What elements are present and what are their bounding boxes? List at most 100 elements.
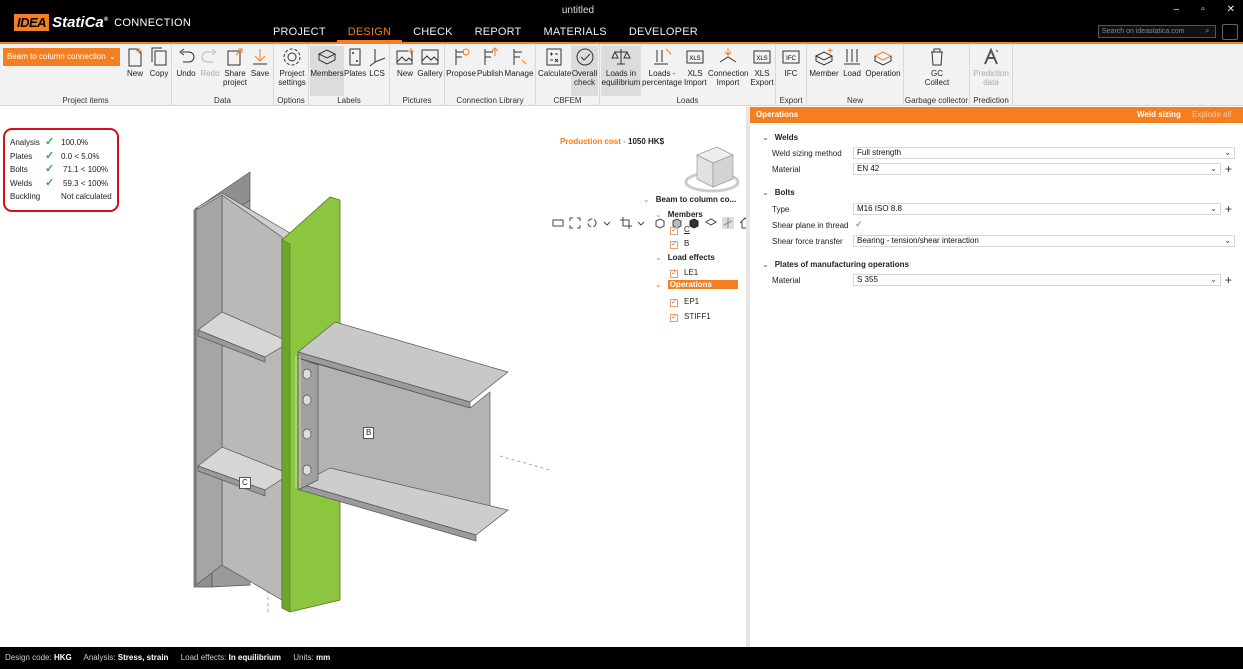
column-front-edge[interactable]	[195, 194, 223, 586]
loads-in-equilibrium-toggle[interactable]: Loads in equilibrium	[601, 46, 641, 96]
checkbox-icon[interactable]: ✓	[670, 314, 678, 322]
tree-load-effects[interactable]: ⌄ Load effects	[655, 253, 715, 262]
explode-all-button[interactable]: Explode all	[1192, 107, 1231, 123]
manage-icon	[513, 49, 527, 65]
bolt-type-select[interactable]: M16 ISO 8.8 ⌄	[853, 203, 1221, 215]
members-label-toggle[interactable]: Members	[310, 46, 344, 96]
plates-material-select[interactable]: S 355 ⌄	[853, 274, 1221, 286]
lcs-label-toggle[interactable]: LCS	[367, 46, 387, 78]
logo-statica: StatiCa®	[52, 14, 108, 31]
tree-root[interactable]: ⌄ Beam to column co...	[643, 195, 736, 204]
rotate-icon[interactable]	[586, 217, 598, 229]
prediction-data-button[interactable]: Prediction data	[972, 46, 1010, 87]
tree-member-b[interactable]: ✓ B	[670, 239, 689, 249]
connection-dropdown[interactable]: Beam to column connection ⌄	[3, 48, 120, 66]
publish-button[interactable]: Publish	[477, 46, 503, 78]
undo-button[interactable]: Undo	[175, 46, 197, 78]
ribbon: Beam to column connection ⌄ New Copy Proj…	[0, 42, 1243, 106]
new-load-button[interactable]: Load	[841, 46, 863, 78]
new-item-label: New	[126, 69, 143, 78]
shear-transfer-select[interactable]: Bearing - tension/shear interaction ⌄	[853, 235, 1235, 247]
chevron-down-icon[interactable]	[603, 217, 615, 229]
tree-operations[interactable]: ⌄ Operations	[655, 280, 738, 289]
status-value: In equilibrium	[228, 653, 282, 662]
overall-check-toggle[interactable]: Overall check	[571, 46, 598, 96]
menu-project[interactable]: PROJECT	[262, 24, 337, 42]
project-settings-button[interactable]: Project settings	[277, 46, 307, 87]
calculate-button[interactable]: Calculate	[538, 46, 571, 78]
plates-label-toggle[interactable]: Plates	[344, 46, 366, 78]
tree-operations-label: Operations	[667, 280, 738, 289]
menu-developer[interactable]: DEVELOPER	[618, 24, 709, 42]
shear-plane-checkbox[interactable]: ✓	[855, 219, 863, 230]
checkbox-icon[interactable]: ✓	[670, 270, 678, 278]
add-weld-material-button[interactable]: +	[1225, 163, 1232, 175]
gallery-label: Gallery	[417, 69, 443, 78]
new-item-button[interactable]: New	[124, 46, 146, 78]
result-name: Buckling	[10, 192, 41, 201]
crop-icon[interactable]	[620, 217, 632, 229]
new-member-button[interactable]: Member	[809, 46, 839, 78]
add-bolt-type-button[interactable]: +	[1225, 203, 1232, 215]
navigation-cube[interactable]	[684, 146, 740, 193]
chevron-down-icon: ⌄	[1210, 275, 1217, 284]
gallery-button[interactable]: Gallery	[417, 46, 443, 78]
checkbox-icon[interactable]: ✓	[670, 241, 678, 249]
section-welds[interactable]: ⌄ Welds	[762, 133, 798, 142]
ifc-export-button[interactable]: IFC IFC	[780, 46, 802, 78]
gc-label-2: Collect	[924, 78, 950, 87]
axis-view-icon[interactable]	[722, 217, 734, 229]
manage-button[interactable]: Manage	[504, 46, 534, 78]
copy-button[interactable]: Copy	[148, 46, 170, 78]
menu-design[interactable]: DESIGN	[336, 24, 403, 42]
ruler-icon[interactable]	[552, 217, 564, 229]
window-controls: – ▫ ✕	[1174, 4, 1236, 15]
group-options: Project settings Options	[274, 44, 309, 106]
minimize-button[interactable]: –	[1174, 4, 1180, 15]
column-inner-face[interactable]	[221, 194, 283, 601]
plates-material-value: S 355	[857, 275, 878, 284]
chevron-down-icon[interactable]	[637, 217, 649, 229]
section-bolts[interactable]: ⌄ Bolts	[762, 188, 795, 197]
share-project-button[interactable]: Share project	[223, 46, 247, 87]
connection-import-label-1: Connection	[708, 69, 749, 78]
redo-button[interactable]: Redo	[199, 46, 221, 78]
tree-ep1[interactable]: ✓ EP1	[670, 297, 699, 307]
checkbox-icon[interactable]: ✓	[670, 227, 678, 235]
menu-materials[interactable]: MATERIALS	[532, 24, 617, 42]
weld-material-select[interactable]: EN 42 ⌄	[853, 163, 1221, 175]
tree-member-c[interactable]: ✓ C	[670, 225, 690, 235]
connection-import-button[interactable]: Connection Import	[708, 46, 748, 87]
loads-percentage-button[interactable]: Loads - percentage	[642, 46, 682, 87]
section-plates[interactable]: ⌄ Plates of manufacturing operations	[762, 260, 909, 269]
column-label[interactable]: C	[239, 477, 251, 489]
tree-le1[interactable]: ✓ LE1	[670, 268, 698, 278]
beam-label[interactable]: B	[363, 427, 375, 439]
tree-stiff1[interactable]: ✓ STIFF1	[670, 312, 711, 322]
save-button[interactable]: Save	[249, 46, 271, 78]
new-operation-button[interactable]: Operation	[864, 46, 902, 78]
section-view-icon[interactable]	[705, 217, 717, 229]
restore-button[interactable]: ▫	[1201, 4, 1205, 15]
add-plates-material-button[interactable]: +	[1225, 274, 1232, 286]
loads-eq-label-1: Loads in	[605, 69, 637, 78]
propose-button[interactable]: Propose	[446, 46, 476, 78]
search-input[interactable]: Search on ideastatica.com	[1098, 25, 1216, 38]
xls-import-button[interactable]: XLS XLS Import	[684, 46, 707, 87]
weld-sizing-method-select[interactable]: Full strength ⌄	[853, 147, 1235, 159]
menu-check[interactable]: CHECK	[402, 24, 464, 42]
account-button[interactable]	[1222, 24, 1238, 40]
search-icon[interactable]: ⌕	[1205, 26, 1209, 36]
end-plate-edge[interactable]	[281, 239, 291, 613]
menu-report[interactable]: REPORT	[464, 24, 533, 42]
weld-sizing-button[interactable]: Weld sizing	[1137, 107, 1181, 123]
xls-export-button[interactable]: XLS XLS Export	[750, 46, 774, 87]
close-button[interactable]: ✕	[1227, 4, 1235, 15]
new-picture-button[interactable]: New	[394, 46, 416, 78]
gear-icon	[283, 48, 301, 66]
undo-icon	[179, 48, 195, 63]
tree-members[interactable]: ⌄ Members	[655, 210, 703, 219]
zoom-extents-icon[interactable]	[569, 217, 581, 229]
checkbox-icon[interactable]: ✓	[670, 299, 678, 307]
gc-collect-button[interactable]: GC Collect	[924, 46, 950, 87]
